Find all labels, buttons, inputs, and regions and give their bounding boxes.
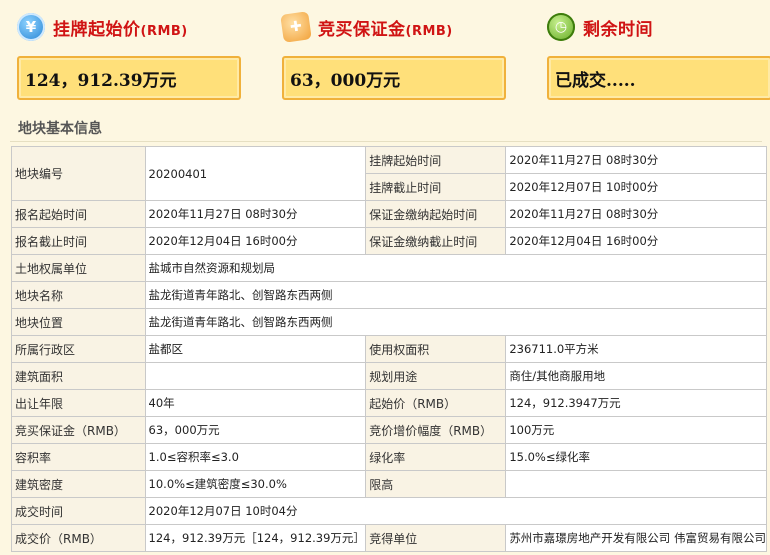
deposit-label: 竞买保证金(RMB) bbox=[318, 19, 453, 40]
parcel-number-value: 20200401 bbox=[144, 146, 367, 201]
table-row: 竞买保证金（RMB） 63，000万元 竞价增价幅度（RMB） 100万元 bbox=[11, 416, 767, 444]
parcel-number-label: 地块编号 bbox=[11, 146, 146, 201]
land-area-label: 使用权面积 bbox=[365, 335, 507, 363]
plot-ratio-value: 1.0≤容积率≤3.0 bbox=[144, 443, 367, 471]
height-limit-value bbox=[505, 470, 767, 498]
deal-price-label: 成交价（RMB） bbox=[11, 524, 146, 552]
parcel-location-value: 盐龙街道青年路北、创智路东西两侧 bbox=[144, 308, 768, 336]
building-density-label: 建筑密度 bbox=[11, 470, 146, 498]
table-row: 报名截止时间 2020年12月04日 16时00分 保证金缴纳截止时间 2020… bbox=[11, 227, 767, 255]
district-label: 所属行政区 bbox=[11, 335, 146, 363]
table-row: 地块位置 盐龙街道青年路北、创智路东西两侧 bbox=[11, 308, 768, 336]
listing-end-time-label: 挂牌截止时间 bbox=[365, 173, 507, 201]
table-row: 土地权属单位 盐城市自然资源和规划局 bbox=[11, 254, 768, 282]
building-density-value: 10.0%≤建筑密度≤30.0% bbox=[144, 470, 367, 498]
start-price-value: 124，912.39万元 bbox=[17, 56, 241, 100]
deal-time-value: 2020年12月07日 10时04分 bbox=[144, 497, 768, 525]
deposit-end-label: 保证金缴纳截止时间 bbox=[365, 227, 507, 255]
deposit-start-label: 保证金缴纳起始时间 bbox=[365, 200, 507, 228]
remaining-time-label: 剩余时间 bbox=[583, 19, 653, 40]
table-row: 出让年限 40年 起始价（RMB） 124，912.3947万元 bbox=[11, 389, 767, 417]
parcel-info-table: 地块编号 20200401 挂牌起始时间 2020年11月27日 08时30分 … bbox=[11, 146, 768, 552]
building-area-value bbox=[144, 362, 367, 390]
start-price-header: ¥ 挂牌起始价(RMB) bbox=[17, 10, 188, 44]
lease-term-value: 40年 bbox=[144, 389, 367, 417]
land-owner-value: 盐城市自然资源和规划局 bbox=[144, 254, 768, 282]
table-row: 所属行政区 盐都区 使用权面积 236711.0平方米 bbox=[11, 335, 767, 363]
summary-bar: ¥ 挂牌起始价(RMB) 124，912.39万元 ✚ 竞买保证金(RMB) 6… bbox=[0, 0, 770, 110]
coin-icon: ¥ bbox=[17, 13, 45, 41]
remaining-time-value: 已成交..... bbox=[547, 56, 770, 100]
bid-deposit-label: 竞买保证金（RMB） bbox=[11, 416, 146, 444]
deposit-value: 63，000万元 bbox=[282, 56, 506, 100]
bid-deposit-value: 63，000万元 bbox=[144, 416, 367, 444]
table-row: 成交时间 2020年12月07日 10时04分 bbox=[11, 497, 768, 525]
table-row: 成交价（RMB） 124，912.39万元［124，912.39万元］ 竞得单位… bbox=[11, 524, 767, 552]
greening-rate-value: 15.0%≤绿化率 bbox=[505, 443, 767, 471]
listing-start-time-value: 2020年11月27日 08时30分 bbox=[505, 146, 767, 174]
bid-increment-value: 100万元 bbox=[505, 416, 767, 444]
plot-ratio-label: 容积率 bbox=[11, 443, 146, 471]
deposit-end-value: 2020年12月04日 16时00分 bbox=[505, 227, 767, 255]
table-row: 地块名称 盐龙街道青年路北、创智路东西两侧 bbox=[11, 281, 768, 309]
deposit-header: ✚ 竞买保证金(RMB) bbox=[280, 10, 453, 44]
land-owner-label: 土地权属单位 bbox=[11, 254, 146, 282]
deal-price-value: 124，912.39万元［124，912.39万元］ bbox=[144, 524, 367, 552]
start-price-label: 挂牌起始价(RMB) bbox=[53, 19, 188, 40]
district-value: 盐都区 bbox=[144, 335, 367, 363]
lease-term-label: 出让年限 bbox=[11, 389, 146, 417]
deposit-start-value: 2020年11月27日 08时30分 bbox=[505, 200, 767, 228]
registration-end-label: 报名截止时间 bbox=[11, 227, 146, 255]
registration-start-value: 2020年11月27日 08时30分 bbox=[144, 200, 367, 228]
bid-increment-label: 竞价增价幅度（RMB） bbox=[365, 416, 507, 444]
height-limit-label: 限高 bbox=[365, 470, 507, 498]
table-row: 容积率 1.0≤容积率≤3.0 绿化率 15.0%≤绿化率 bbox=[11, 443, 767, 471]
starting-price-label: 起始价（RMB） bbox=[365, 389, 507, 417]
registration-start-label: 报名起始时间 bbox=[11, 200, 146, 228]
start-price-panel: ¥ 挂牌起始价(RMB) 124，912.39万元 bbox=[13, 0, 253, 110]
parcel-name-label: 地块名称 bbox=[11, 281, 146, 309]
gift-icon: ✚ bbox=[280, 11, 312, 43]
clock-icon: ◷ bbox=[547, 13, 575, 41]
table-row: 建筑密度 10.0%≤建筑密度≤30.0% 限高 bbox=[11, 470, 767, 498]
winning-bidder-label: 竞得单位 bbox=[365, 524, 507, 552]
greening-rate-label: 绿化率 bbox=[365, 443, 507, 471]
listing-start-time-label: 挂牌起始时间 bbox=[365, 146, 507, 174]
remaining-time-panel: ◷ 剩余时间 已成交..... bbox=[543, 0, 770, 110]
parcel-location-label: 地块位置 bbox=[11, 308, 146, 336]
deposit-panel: ✚ 竞买保证金(RMB) 63，000万元 bbox=[278, 0, 518, 110]
deal-time-label: 成交时间 bbox=[11, 497, 146, 525]
section-title: 地块基本信息 bbox=[18, 121, 102, 137]
remaining-time-header: ◷ 剩余时间 bbox=[547, 10, 653, 44]
winning-bidder-value: 苏州市嘉璟房地产开发有限公司 伟富贸易有限公司 bbox=[505, 524, 767, 552]
table-row: 建筑面积 规划用途 商住/其他商服用地 bbox=[11, 362, 767, 390]
parcel-name-value: 盐龙街道青年路北、创智路东西两侧 bbox=[144, 281, 768, 309]
planned-use-value: 商住/其他商服用地 bbox=[505, 362, 767, 390]
listing-end-time-value: 2020年12月07日 10时00分 bbox=[505, 173, 767, 201]
land-area-value: 236711.0平方米 bbox=[505, 335, 767, 363]
building-area-label: 建筑面积 bbox=[11, 362, 146, 390]
divider bbox=[10, 141, 762, 142]
starting-price-value: 124，912.3947万元 bbox=[505, 389, 767, 417]
table-row: 地块编号 20200401 挂牌起始时间 2020年11月27日 08时30分 bbox=[11, 146, 767, 201]
table-row: 报名起始时间 2020年11月27日 08时30分 保证金缴纳起始时间 2020… bbox=[11, 200, 767, 228]
registration-end-value: 2020年12月04日 16时00分 bbox=[144, 227, 367, 255]
planned-use-label: 规划用途 bbox=[365, 362, 507, 390]
